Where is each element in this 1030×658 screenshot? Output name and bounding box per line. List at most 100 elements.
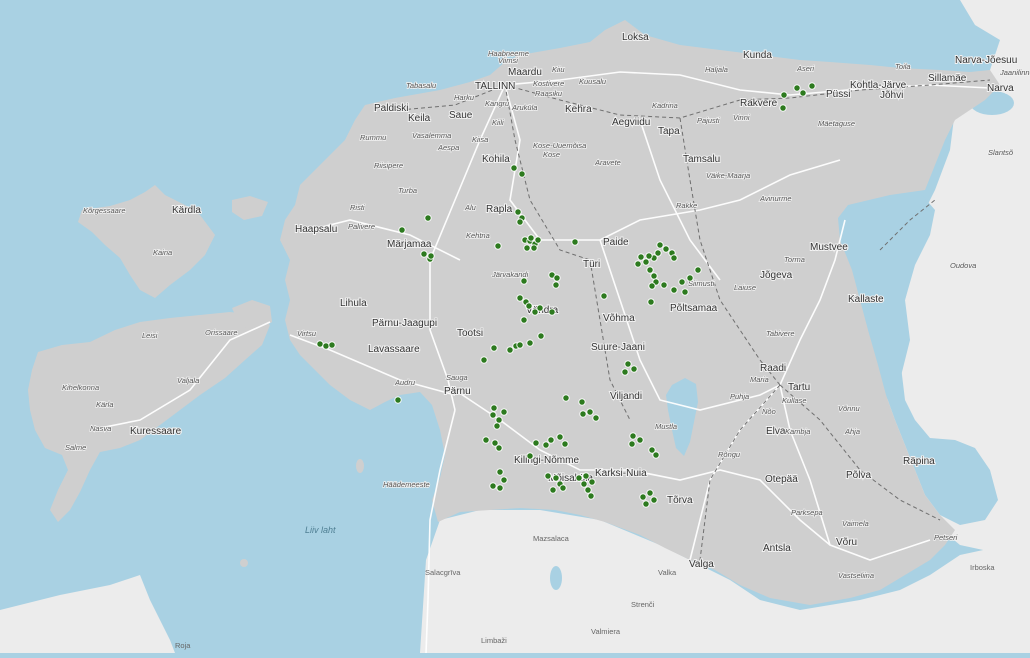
city-label[interactable]: Pärnu [443, 385, 472, 398]
location-marker[interactable] [493, 422, 501, 430]
location-marker[interactable] [646, 489, 654, 497]
location-marker[interactable] [536, 304, 544, 312]
city-label[interactable]: Paldiski [373, 102, 409, 115]
city-label[interactable]: Sillamäe [927, 72, 968, 85]
location-marker[interactable] [621, 368, 629, 376]
city-label[interactable]: Keila [407, 112, 432, 125]
location-marker[interactable] [489, 482, 497, 490]
location-marker[interactable] [500, 476, 508, 484]
city-label[interactable]: Kallaste [847, 293, 885, 306]
city-label[interactable]: Räpina [902, 455, 936, 468]
city-label[interactable]: Püssi [825, 88, 851, 101]
location-marker[interactable] [637, 253, 645, 261]
city-label[interactable]: Saue [448, 109, 474, 122]
location-marker[interactable] [799, 89, 807, 97]
location-marker[interactable] [526, 452, 534, 460]
city-label[interactable]: Tamsalu [682, 153, 721, 166]
location-marker[interactable] [510, 164, 518, 172]
location-marker[interactable] [575, 474, 583, 482]
city-label[interactable]: Loksa [621, 31, 650, 44]
location-marker[interactable] [516, 294, 524, 302]
city-label[interactable]: Tootsi [456, 327, 484, 340]
location-marker[interactable] [490, 404, 498, 412]
location-marker[interactable] [534, 236, 542, 244]
location-marker[interactable] [552, 281, 560, 289]
location-marker[interactable] [523, 244, 531, 252]
location-marker[interactable] [634, 260, 642, 268]
location-marker[interactable] [506, 346, 514, 354]
location-marker[interactable] [694, 266, 702, 274]
city-label[interactable]: Karksi-Nuia [594, 467, 648, 480]
location-marker[interactable] [686, 274, 694, 282]
city-label[interactable]: Kunda [742, 49, 773, 62]
city-label[interactable]: Viimsi [497, 55, 519, 66]
location-marker[interactable] [526, 339, 534, 347]
location-marker[interactable] [656, 241, 664, 249]
location-marker[interactable] [556, 433, 564, 441]
location-marker[interactable] [520, 277, 528, 285]
location-marker[interactable] [779, 104, 787, 112]
location-marker[interactable] [670, 254, 678, 262]
location-marker[interactable] [482, 436, 490, 444]
city-label[interactable]: Märjamaa [386, 238, 433, 251]
location-marker[interactable] [500, 408, 508, 416]
city-label[interactable]: Võhma [602, 312, 636, 325]
location-marker[interactable] [630, 365, 638, 373]
location-marker[interactable] [571, 238, 579, 246]
location-marker[interactable] [652, 451, 660, 459]
location-marker[interactable] [516, 218, 524, 226]
location-marker[interactable] [588, 478, 596, 486]
location-marker[interactable] [578, 398, 586, 406]
location-marker[interactable] [600, 292, 608, 300]
location-marker[interactable] [628, 440, 636, 448]
city-label[interactable]: Maardu [507, 66, 543, 79]
location-marker[interactable] [582, 472, 590, 480]
city-label[interactable]: Otepää [764, 473, 799, 486]
city-label[interactable]: Rapla [485, 203, 514, 216]
location-marker[interactable] [561, 440, 569, 448]
location-marker[interactable] [642, 500, 650, 508]
location-marker[interactable] [525, 302, 533, 310]
city-label[interactable]: Põlva [845, 469, 872, 482]
location-marker[interactable] [518, 170, 526, 178]
city-label[interactable]: Kohila [481, 153, 511, 166]
city-label[interactable]: Jõhvi [879, 89, 904, 102]
location-marker[interactable] [780, 91, 788, 99]
location-marker[interactable] [648, 282, 656, 290]
city-label[interactable]: Kehra [564, 103, 593, 116]
city-label[interactable]: Põltsamaa [669, 302, 719, 315]
city-label[interactable]: Kuressaare [129, 425, 183, 438]
city-label[interactable]: Narva [986, 82, 1015, 95]
city-label[interactable]: Viljandi [609, 390, 643, 403]
location-marker[interactable] [322, 342, 330, 350]
location-marker[interactable] [650, 496, 658, 504]
location-marker[interactable] [544, 472, 552, 480]
location-marker[interactable] [420, 250, 428, 258]
location-marker[interactable] [584, 486, 592, 494]
location-marker[interactable] [496, 484, 504, 492]
location-marker[interactable] [495, 416, 503, 424]
location-marker[interactable] [592, 414, 600, 422]
city-label[interactable]: Orissaare [204, 327, 238, 338]
city-label[interactable]: Narva-Jõesuu [954, 54, 1018, 67]
city-label[interactable]: Lavassaare [367, 343, 421, 356]
location-marker[interactable] [527, 234, 535, 242]
location-marker[interactable] [328, 341, 336, 349]
city-label[interactable]: Antsla [762, 542, 792, 555]
location-marker[interactable] [424, 214, 432, 222]
location-marker[interactable] [494, 242, 502, 250]
location-marker[interactable] [495, 444, 503, 452]
city-label[interactable]: Tartu [787, 381, 811, 394]
city-label[interactable]: Raadi [759, 362, 787, 375]
city-label[interactable]: Aegviidu [611, 116, 651, 129]
location-marker[interactable] [514, 208, 522, 216]
location-marker[interactable] [553, 274, 561, 282]
location-marker[interactable] [645, 252, 653, 260]
city-label[interactable]: Tapa [657, 125, 681, 138]
city-label[interactable]: Kärdla [171, 204, 202, 217]
city-label[interactable]: Mustvee [809, 241, 849, 254]
location-marker[interactable] [579, 410, 587, 418]
location-marker[interactable] [639, 493, 647, 501]
city-label[interactable]: Tõrva [666, 494, 694, 507]
city-label[interactable]: Valga [688, 558, 715, 571]
